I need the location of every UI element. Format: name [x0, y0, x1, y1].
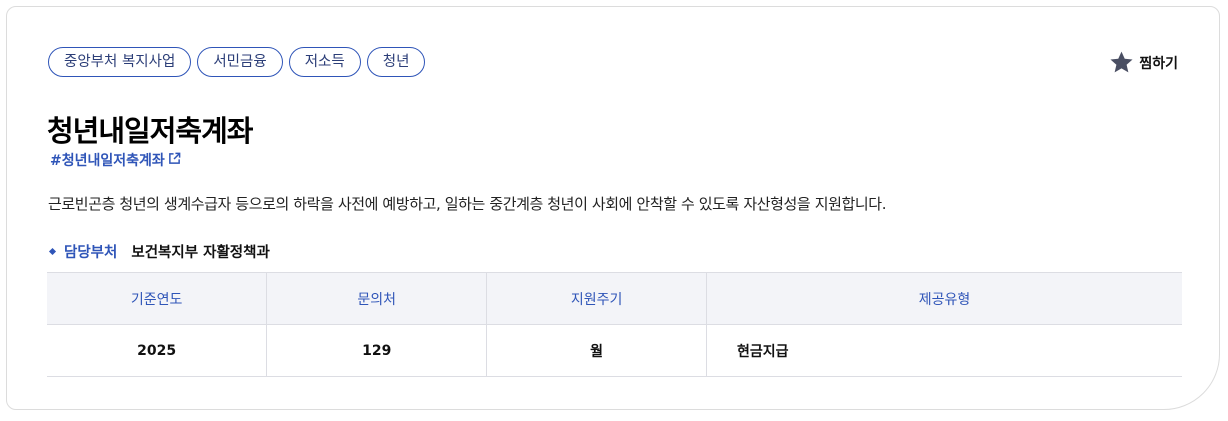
program-card: 중앙부처 복지사업 서민금융 저소득 청년 찜하기 청년내일저축계좌 #청년내일…	[6, 6, 1220, 410]
page-title: 청년내일저축계좌	[47, 114, 253, 148]
bookmark-label: 찜하기	[1139, 55, 1178, 72]
star-icon	[1109, 50, 1134, 75]
header-provision-type: 제공유형	[706, 272, 1182, 325]
department-label: 담당부처	[64, 245, 118, 261]
table-row: 2025 129 월 현금지급	[47, 324, 1182, 377]
hashtag-text: #청년내일저축계좌	[50, 153, 165, 169]
bookmark-button[interactable]: 찜하기	[1109, 50, 1178, 75]
hashtag-link[interactable]: #청년내일저축계좌	[50, 150, 181, 170]
tag-microfinance[interactable]: 서민금융	[197, 47, 283, 77]
department-row: 담당부처 보건복지부 자활정책과	[48, 241, 270, 262]
header-contact: 문의처	[266, 272, 487, 325]
cell-provision-type: 현금지급	[706, 324, 1182, 377]
cell-support-cycle: 월	[486, 324, 707, 377]
cell-contact: 129	[266, 324, 487, 377]
cell-base-year: 2025	[47, 324, 267, 377]
program-description: 근로빈곤층 청년의 생계수급자 등으로의 하락을 사전에 예방하고, 일하는 중…	[48, 195, 887, 213]
bullet-diamond-icon	[48, 247, 57, 256]
tag-low-income[interactable]: 저소득	[288, 47, 361, 77]
external-link-icon	[168, 152, 181, 169]
tag-central-welfare[interactable]: 중앙부처 복지사업	[48, 47, 192, 77]
info-table: 기준연도 문의처 지원주기 제공유형 2025 129 월 현금지급	[47, 272, 1182, 377]
department-value: 보건복지부 자활정책과	[131, 245, 270, 261]
table-header-row: 기준연도 문의처 지원주기 제공유형	[47, 272, 1182, 325]
header-base-year: 기준연도	[47, 272, 267, 325]
tag-youth[interactable]: 청년	[366, 47, 426, 77]
header-support-cycle: 지원주기	[486, 272, 707, 325]
tag-list: 중앙부처 복지사업 서민금융 저소득 청년	[48, 47, 426, 77]
